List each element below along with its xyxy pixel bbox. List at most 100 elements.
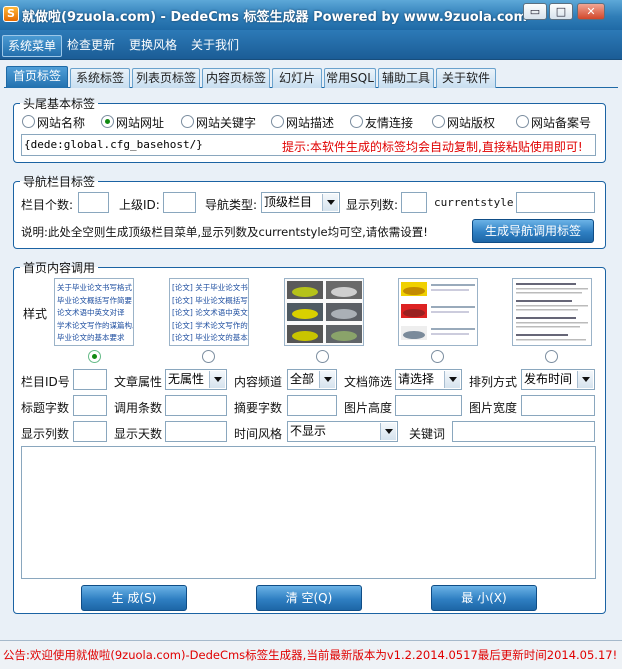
tab-content-tags[interactable]: 内容页标签 — [202, 68, 270, 88]
nav-type-value: 顶级栏目 — [264, 195, 313, 209]
nav-currentstyle-label: currentstyle: — [434, 196, 521, 209]
maximize-window-icon[interactable]: □ — [549, 3, 573, 20]
summary-list-icon — [516, 283, 588, 341]
catid-label: 栏目ID号 — [21, 375, 70, 389]
style-thumb-image-grid[interactable] — [284, 278, 364, 346]
days-input[interactable] — [165, 421, 227, 442]
col-count-input[interactable] — [73, 421, 107, 442]
order-select[interactable]: 发布时间 — [521, 369, 595, 390]
nav-type-select[interactable]: 顶级栏目 — [261, 192, 340, 213]
keyword-input[interactable] — [452, 421, 595, 442]
output-textarea[interactable] — [21, 446, 596, 579]
tab-tools[interactable]: 辅助工具 — [378, 68, 434, 88]
generate-button[interactable]: 生 成(S) — [81, 585, 187, 611]
chevron-down-icon — [319, 371, 335, 388]
menu-check-update[interactable]: 检查更新 — [62, 35, 120, 57]
tab-about-software[interactable]: 关于软件 — [436, 68, 496, 88]
radio-site-description[interactable] — [271, 115, 284, 128]
thumb-line: 论文术语中英文对译 — [57, 308, 125, 317]
tab-slideshow[interactable]: 幻灯片 — [272, 68, 322, 88]
generated-tag-code: {dede:global.cfg_basehost/} — [24, 138, 203, 151]
title-bar: S 就做啦(9zuola.com) - DedeCms 标签生成器 Powere… — [0, 0, 622, 30]
nav-cols-input[interactable] — [401, 192, 427, 213]
style-label: 样式 — [23, 307, 48, 321]
row-count-label: 调用条数 — [114, 401, 163, 415]
col-count-label: 显示列数 — [21, 427, 70, 441]
radio-site-url[interactable] — [101, 115, 114, 128]
nav-parent-input[interactable] — [163, 192, 196, 213]
nav-currentstyle-input[interactable] — [516, 192, 595, 213]
style-radio-3[interactable] — [316, 350, 329, 363]
chevron-down-icon — [209, 371, 225, 388]
status-bar: 公告:欢迎使用就做啦(9zuola.com)-DedeCms标签生成器,当前最新… — [0, 640, 622, 669]
radio-copyright[interactable] — [432, 115, 445, 128]
thumb-line: 关于毕业论文书写格式 — [57, 283, 132, 292]
style-radio-5[interactable] — [545, 350, 558, 363]
channel-value: 全部 — [290, 372, 315, 386]
car-images-icon — [287, 281, 362, 343]
channel-select[interactable]: 全部 — [287, 369, 337, 390]
nav-parent-label: 上级ID: — [119, 198, 160, 212]
img-height-input[interactable] — [395, 395, 462, 416]
filter-label: 文档筛选 — [344, 375, 393, 389]
attr-label: 文章属性 — [114, 375, 163, 389]
tab-list-tags[interactable]: 列表页标签 — [132, 68, 200, 88]
thumb-line: [论文] 学术论文写作的谋 — [172, 320, 249, 330]
label-copyright: 网站版权 — [447, 116, 496, 130]
generate-nav-button[interactable]: 生成导航调用标签 — [472, 219, 594, 243]
style-thumb-category-list[interactable]: [论文] 关于毕业论文书写 [论文] 毕业论文概括写作 [论文] 论文术语中英文… — [169, 278, 249, 346]
label-icp-number: 网站备案号 — [531, 116, 592, 130]
thumb-line: 毕业论文概括写作简要 — [57, 295, 132, 305]
clear-button[interactable]: 清 空(Q) — [256, 585, 362, 611]
style-radio-2[interactable] — [202, 350, 215, 363]
img-width-label: 图片宽度 — [469, 401, 518, 415]
info-len-label: 摘要字数 — [234, 401, 283, 415]
time-style-label: 时间风格 — [234, 427, 283, 441]
label-friend-links: 友情连接 — [365, 116, 414, 130]
radio-site-keywords[interactable] — [181, 115, 194, 128]
image-text-list-icon — [401, 282, 475, 340]
thumb-line: [论文] 毕业论文的基本要 — [172, 333, 249, 342]
tab-home-tags[interactable]: 首页标签 — [6, 66, 68, 88]
close-window-icon[interactable]: ✕ — [577, 3, 605, 20]
style-thumb-text-list[interactable]: 关于毕业论文书写格式 毕业论文概括写作简要 论文术语中英文对译 学术论文写作的谋… — [54, 278, 134, 346]
chevron-down-icon — [444, 371, 460, 388]
catid-input[interactable] — [73, 369, 107, 390]
style-radio-1[interactable] — [88, 350, 101, 363]
radio-friend-links[interactable] — [350, 115, 363, 128]
order-label: 排列方式 — [469, 375, 518, 389]
attr-select[interactable]: 无属性 — [165, 369, 227, 390]
title-len-input[interactable] — [73, 395, 107, 416]
minimize-button[interactable]: 最 小(X) — [431, 585, 537, 611]
radio-site-name[interactable] — [22, 115, 35, 128]
header-tags-legend: 头尾基本标签 — [23, 97, 96, 111]
nav-count-input[interactable] — [78, 192, 109, 213]
filter-select[interactable]: 请选择 — [395, 369, 462, 390]
style-thumb-image-text[interactable] — [398, 278, 478, 346]
announcement-text: 公告:欢迎使用就做啦(9zuola.com)-DedeCms标签生成器,当前最新… — [3, 648, 618, 662]
img-width-input[interactable] — [521, 395, 595, 416]
menu-system[interactable]: 系统菜单 — [2, 35, 63, 57]
chevron-down-icon — [577, 371, 593, 388]
tab-system-tags[interactable]: 系统标签 — [70, 68, 130, 88]
channel-label: 内容频道 — [234, 375, 283, 389]
nav-note-text: 说明:此处全空则生成顶级栏目菜单,显示列数及currentstyle均可空,请依… — [21, 225, 428, 239]
radio-icp-number[interactable] — [516, 115, 529, 128]
copy-hint-text: 提示:本软件生成的标签均会自动复制,直接粘贴使用即可! — [282, 140, 583, 154]
time-style-select[interactable]: 不显示 — [287, 421, 398, 442]
style-thumb-summary[interactable] — [512, 278, 592, 346]
minimize-window-icon[interactable]: ▭ — [523, 3, 547, 20]
chevron-down-icon — [380, 423, 396, 440]
tab-common-sql[interactable]: 常用SQL — [324, 68, 376, 88]
app-logo-icon: S — [3, 6, 19, 22]
chevron-down-icon — [322, 194, 338, 211]
row-count-input[interactable] — [165, 395, 227, 416]
menu-about-us[interactable]: 关于我们 — [186, 35, 244, 57]
nav-cols-label: 显示列数: — [346, 198, 399, 212]
filter-value: 请选择 — [398, 372, 435, 386]
label-site-url: 网站网址 — [116, 116, 165, 130]
info-len-input[interactable] — [287, 395, 337, 416]
menu-change-skin[interactable]: 更换风格 — [124, 35, 182, 57]
style-radio-4[interactable] — [431, 350, 444, 363]
time-style-value: 不显示 — [290, 424, 327, 438]
